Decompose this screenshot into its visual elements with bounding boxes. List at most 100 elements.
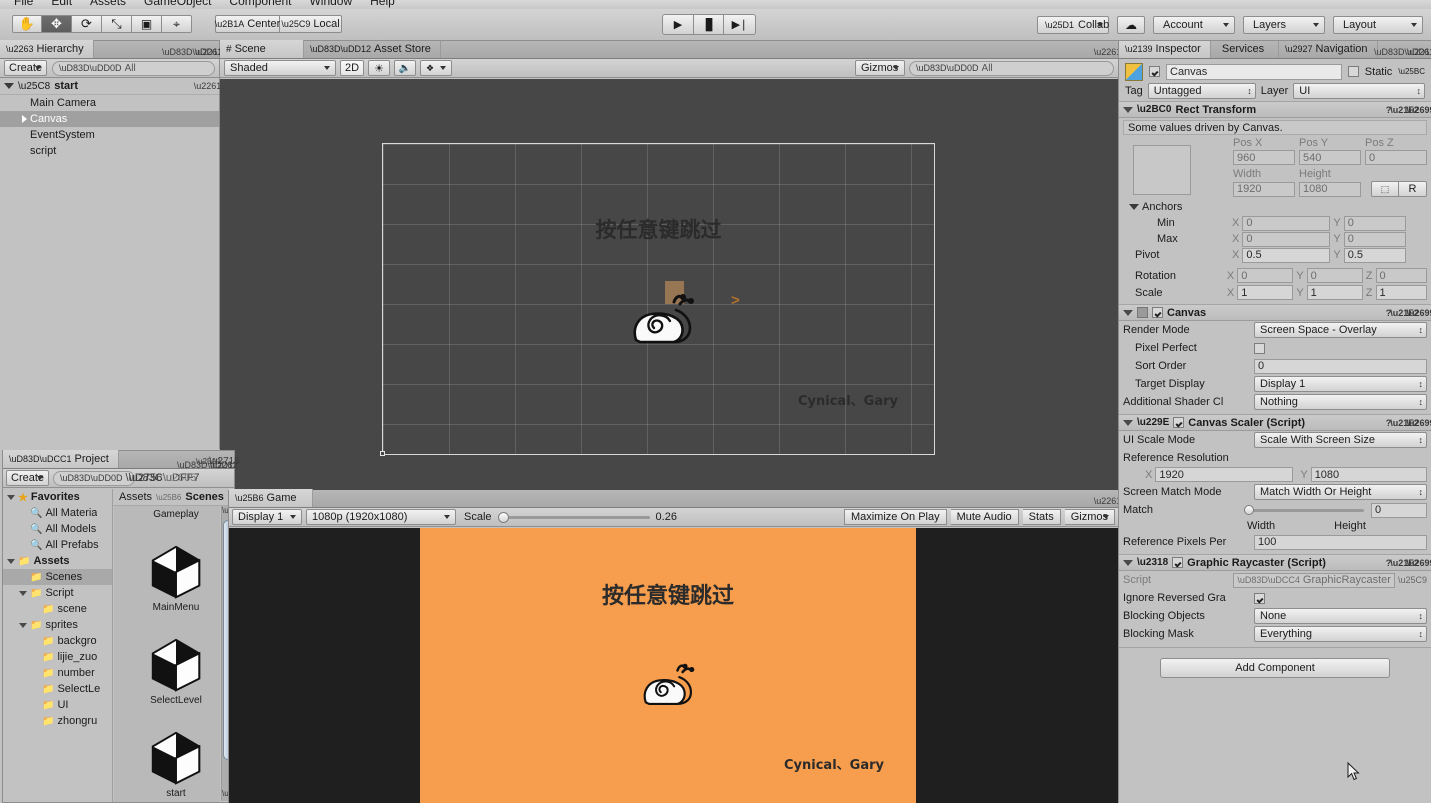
tag-dropdown[interactable]: Untagged (1147, 83, 1256, 99)
object-picker-icon[interactable]: \u25C9 (1398, 575, 1427, 585)
project-tree-item-all-prefabs[interactable]: 🔍 All Prefabs (3, 537, 112, 553)
project-asset-item[interactable]: MainMenu (130, 541, 220, 613)
render-mode-dropdown[interactable]: Screen Space - Overlay (1254, 322, 1427, 338)
hand-tool-button[interactable]: ✋ (12, 15, 42, 33)
scene-foldout-icon[interactable] (4, 83, 14, 89)
match-slider[interactable] (1244, 504, 1364, 516)
project-tree-item-scene[interactable]: 📁 scene (3, 601, 112, 617)
anchors-foldout-icon[interactable] (1129, 204, 1139, 210)
tab-game[interactable]: \u25B6 Game (229, 489, 313, 507)
breadcrumb-assets[interactable]: Assets (119, 491, 152, 503)
tab-project[interactable]: \uD83D\uDCC1 Project (3, 450, 119, 468)
anchor-max-y-field[interactable]: 0 (1343, 231, 1406, 247)
project-tree-item-sprites[interactable]: 📁 sprites (3, 617, 112, 633)
game-panel-menu-icon[interactable]: \u2261 (1094, 494, 1122, 507)
project-create-button[interactable]: Create (6, 470, 50, 486)
add-component-button[interactable]: Add Component (1160, 658, 1390, 678)
game-scale-slider[interactable] (497, 511, 650, 523)
cloud-button[interactable]: ☁ (1117, 16, 1145, 34)
anchor-min-x-field[interactable]: 0 (1242, 215, 1331, 231)
gear-icon[interactable]: \u2699 (1406, 103, 1431, 116)
scene-tabstrip[interactable]: # Scene \uD83D\uDD12 Asset Store \u2261 (220, 40, 1122, 59)
project-tree-item-all-materia[interactable]: 🔍 All Materia (3, 505, 112, 521)
canvas-scaler-enabled-checkbox[interactable] (1173, 417, 1185, 428)
hierarchy-tabstrip[interactable]: \u2263 Hierarchy \uD83D\uDD12 \u2261 (0, 40, 223, 59)
rotation-y-field[interactable]: 0 (1306, 268, 1363, 283)
layers-button[interactable]: Layers (1243, 16, 1325, 34)
width-field[interactable]: 1920 (1233, 181, 1295, 197)
transform-tools-group[interactable]: ✋ ✥ ⟳ ⤡ ▣ ⌖ (12, 15, 192, 33)
project-breadcrumb[interactable]: Assets \u25B6 Scenes (113, 489, 235, 506)
selection-handle-bottom-left[interactable] (380, 451, 385, 456)
project-tree-item-ui[interactable]: 📁 UI (3, 697, 112, 713)
inspector-tabstrip[interactable]: \u2139 Inspector Services \u2927 Navigat… (1119, 41, 1431, 59)
panel-menu-icon[interactable]: \u2261 (210, 458, 238, 471)
game-maximize-toggle[interactable]: Maximize On Play (843, 509, 947, 525)
game-resolution-dropdown[interactable]: 1080p (1920x1080) (306, 509, 456, 525)
foldout-icon[interactable] (1123, 309, 1133, 316)
project-tree[interactable]: ★ Favorites 🔍 All Materia 🔍 All Models 🔍 All Pr… (3, 489, 113, 802)
blocking-objects-dropdown[interactable]: None (1254, 608, 1427, 624)
menu-edit[interactable]: Edit (51, 0, 72, 8)
pos-y-field[interactable]: 540 (1299, 150, 1361, 165)
play-button[interactable]: ▶ (662, 14, 694, 35)
anchor-min-y-field[interactable]: 0 (1343, 215, 1406, 231)
toolbar-right-group[interactable]: \u25D1 Collab ☁ Account Layers Layout (1037, 16, 1423, 34)
scene-lighting-toggle[interactable]: ☀ (368, 60, 390, 76)
raw-edit-button[interactable]: R (1399, 181, 1427, 197)
scene-panel-menu-icon[interactable]: \u2261 (1094, 45, 1122, 58)
project-tree-item-script[interactable]: 📁 Script (3, 585, 112, 601)
project-tree-item-zhongru[interactable]: 📁 zhongru (3, 713, 112, 729)
pos-z-field[interactable]: 0 (1365, 150, 1427, 165)
pivot-rotation-button[interactable]: \u25C9 Local (280, 15, 342, 33)
canvas-component-header[interactable]: Canvas ? \u21F2 \u2699 (1119, 304, 1431, 321)
project-tree-item-number[interactable]: 📁 number (3, 665, 112, 681)
project-tree-item-backgro[interactable]: 📁 backgro (3, 633, 112, 649)
reference-ppu-field[interactable]: 100 (1254, 534, 1427, 550)
gear-icon[interactable]: \u2699 (1406, 306, 1431, 319)
gear-icon[interactable]: \u2699 (1406, 416, 1431, 429)
object-name-field[interactable]: Canvas (1166, 63, 1342, 80)
menu-window[interactable]: Window (309, 0, 352, 8)
hierarchy-item-eventsystem[interactable]: EventSystem (0, 127, 219, 143)
ignore-reversed-checkbox[interactable] (1254, 592, 1265, 604)
project-tree-item-favorites[interactable]: ★ Favorites (3, 489, 112, 505)
menu-assets[interactable]: Assets (90, 0, 126, 8)
project-foldout-open-icon[interactable] (7, 494, 15, 500)
game-scale-slider-group[interactable]: Scale 0.26 (464, 511, 677, 523)
hierarchy-item-main-camera[interactable]: Main Camera (0, 95, 219, 111)
scale-tool-button[interactable]: ⤡ (102, 15, 132, 33)
sort-order-field[interactable]: 0 (1254, 358, 1427, 374)
project-foldout-open-icon[interactable] (7, 558, 15, 564)
anchor-preset-box[interactable] (1133, 145, 1191, 195)
project-foldout-open-icon[interactable] (19, 590, 27, 596)
scene-gizmos-dropdown[interactable]: Gizmos (855, 60, 905, 76)
pivot-group[interactable]: \u2B1A Center \u25C9 Local (215, 15, 342, 33)
screen-match-mode-dropdown[interactable]: Match Width Or Height (1254, 484, 1427, 500)
project-tree-item-lijie_zuo[interactable]: 📁 lijie_zuo (3, 649, 112, 665)
rect-transform-header[interactable]: \u2BC0 Rect Transform ? \u21F2 \u2699 (1119, 101, 1431, 118)
anchor-max-x-field[interactable]: 0 (1242, 231, 1331, 247)
static-dropdown-icon[interactable]: \u25BC (1398, 67, 1425, 76)
scale-x-field[interactable]: 1 (1237, 285, 1294, 300)
hierarchy-tree[interactable]: Main Camera Canvas EventSystem script (0, 95, 219, 159)
target-display-dropdown[interactable]: Display 1 (1254, 376, 1427, 392)
menu-gameobject[interactable]: GameObject (144, 0, 211, 8)
pixel-perfect-checkbox[interactable] (1254, 342, 1265, 354)
scene-fx-dropdown[interactable]: ❖ (420, 60, 452, 76)
height-field[interactable]: 1080 (1299, 181, 1361, 197)
blueprint-mode-button[interactable]: ⬚ (1371, 181, 1399, 197)
static-checkbox[interactable] (1347, 66, 1359, 77)
tab-hierarchy[interactable]: \u2263 Hierarchy (0, 40, 94, 58)
foldout-icon[interactable] (1123, 106, 1133, 113)
panel-menu-icon[interactable]: \u2261 (195, 45, 223, 58)
step-button[interactable]: ▶❘ (724, 14, 756, 35)
foldout-icon[interactable] (1123, 559, 1133, 566)
scale-z-field[interactable]: 1 (1375, 285, 1428, 300)
menu-file[interactable]: File (14, 0, 33, 8)
slider-thumb[interactable] (497, 512, 509, 523)
project-asset-item[interactable]: Gameplay (130, 506, 220, 520)
reference-resolution-y-field[interactable]: 1080 (1310, 467, 1427, 482)
hierarchy-item-canvas[interactable]: Canvas (0, 111, 219, 127)
foldout-icon[interactable] (1123, 419, 1133, 426)
